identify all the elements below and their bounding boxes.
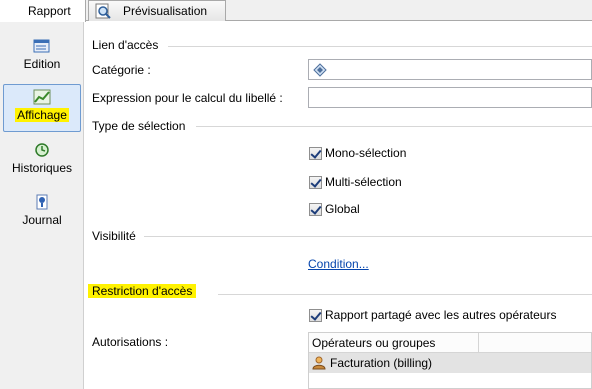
sidebar: Edition Affichage Historiques Journal	[0, 22, 84, 389]
sidebar-item-historiques[interactable]: Historiques	[0, 142, 84, 175]
expression-label: Expression pour le calcul du libellé :	[92, 91, 283, 105]
info-document-icon	[33, 194, 51, 210]
checkbox-label: Mono-sélection	[325, 146, 407, 160]
checkbox-label: Multi-sélection	[325, 175, 402, 189]
tab-rapport[interactable]: Rapport	[0, 0, 86, 22]
grid-cell: Facturation (billing)	[330, 356, 433, 370]
autorisations-grid[interactable]: Opérateurs ou groupes Facturation (billi…	[308, 332, 592, 389]
expression-field[interactable]	[308, 87, 592, 108]
section-divider	[196, 126, 592, 127]
tab-rapport-label: Rapport	[28, 4, 71, 18]
global-checkbox[interactable]: Global	[309, 202, 360, 216]
checkbox-checked[interactable]	[309, 175, 322, 189]
grid-header-col1[interactable]: Opérateurs ou groupes	[309, 333, 479, 352]
chart-icon	[33, 89, 51, 105]
checkbox-checked[interactable]	[309, 146, 322, 160]
section-title-visibilite: Visibilité	[92, 229, 136, 243]
multi-selection-checkbox[interactable]: Multi-sélection	[309, 175, 402, 189]
history-icon	[33, 142, 51, 158]
sidebar-item-affichage[interactable]: Affichage	[3, 84, 81, 132]
section-divider	[168, 46, 592, 47]
section-title-restriction-acces: Restriction d'accès	[88, 284, 197, 298]
section-divider	[218, 294, 592, 295]
user-icon	[312, 356, 326, 370]
autorisations-label: Autorisations :	[92, 335, 169, 349]
section-title-lien-acces: Lien d'accès	[92, 38, 159, 52]
checkbox-label: Global	[325, 202, 360, 216]
tab-previsualisation[interactable]: Prévisualisation	[88, 0, 226, 21]
tab-strip: Rapport Prévisualisation	[0, 0, 592, 22]
rapport-partage-checkbox[interactable]: Rapport partagé avec les autres opérateu…	[309, 308, 556, 322]
main-panel: Lien d'accès Catégorie : Expression pour…	[84, 22, 592, 389]
highlighted-title: Restriction d'accès	[88, 284, 197, 298]
condition-link[interactable]: Condition...	[308, 257, 369, 271]
checkbox-label: Rapport partagé avec les autres opérateu…	[325, 308, 557, 322]
report-icon	[8, 4, 22, 18]
section-title-type-selection: Type de sélection	[92, 119, 186, 133]
sidebar-item-label: Edition	[23, 57, 61, 71]
categorie-label: Catégorie :	[92, 63, 151, 77]
categorie-diamond-icon	[313, 63, 327, 80]
checkbox-checked[interactable]	[309, 202, 322, 216]
tab-previsualisation-label: Prévisualisation	[123, 4, 208, 18]
sidebar-item-label: Historiques	[11, 161, 73, 175]
magnifier-icon	[95, 3, 111, 19]
grid-header: Opérateurs ou groupes	[309, 333, 591, 353]
mono-selection-checkbox[interactable]: Mono-sélection	[309, 146, 406, 160]
sidebar-item-label: Affichage	[15, 108, 69, 122]
form-icon	[33, 38, 51, 54]
section-divider	[144, 236, 592, 237]
sidebar-item-edition[interactable]: Edition	[0, 38, 84, 71]
table-row[interactable]: Facturation (billing)	[309, 353, 591, 373]
checkbox-checked[interactable]	[309, 308, 322, 322]
sidebar-item-journal[interactable]: Journal	[0, 194, 84, 227]
sidebar-item-label: Journal	[22, 213, 62, 227]
categorie-field[interactable]	[308, 59, 592, 80]
